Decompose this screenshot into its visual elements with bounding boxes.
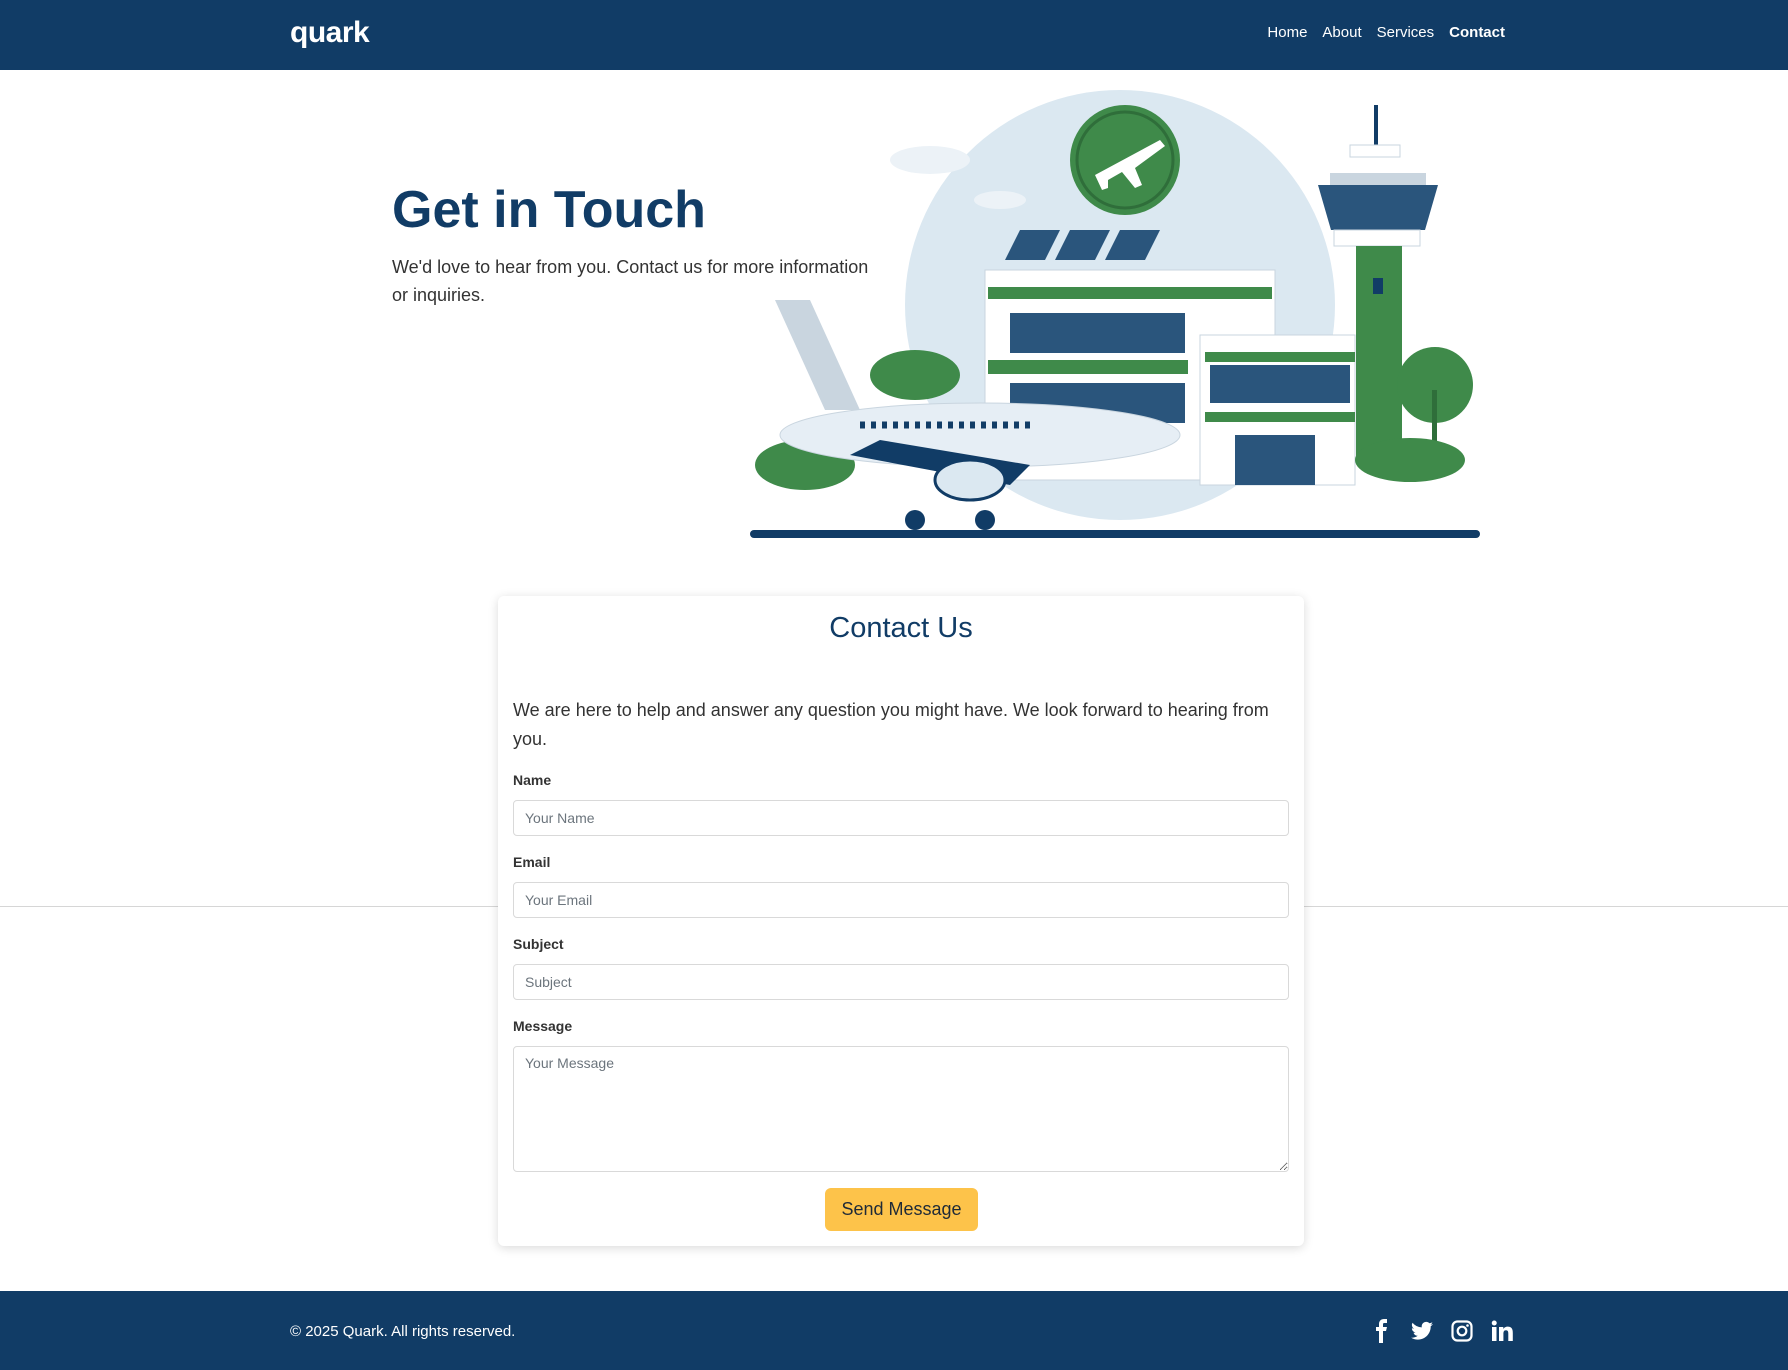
copyright-text: © 2025 Quark. All rights reserved. bbox=[290, 1323, 516, 1340]
nav-link-home[interactable]: Home bbox=[1267, 24, 1307, 41]
bush bbox=[1355, 438, 1465, 482]
tower-window bbox=[1373, 278, 1383, 294]
plane-wheel bbox=[905, 510, 925, 530]
entrance-door bbox=[1235, 435, 1315, 485]
instagram-icon[interactable] bbox=[1450, 1319, 1474, 1343]
linkedin-icon[interactable] bbox=[1490, 1319, 1514, 1343]
nav-link-contact[interactable]: Contact bbox=[1449, 24, 1505, 41]
social-links bbox=[1370, 1319, 1514, 1343]
message-label: Message bbox=[513, 1018, 573, 1034]
cloud bbox=[890, 146, 970, 174]
top-navbar: quark Home About Services Contact bbox=[0, 0, 1788, 70]
site-footer: © 2025 Quark. All rights reserved. bbox=[0, 1291, 1788, 1370]
name-label: Name bbox=[513, 772, 552, 788]
email-input[interactable] bbox=[513, 882, 1289, 918]
brand-logo[interactable]: quark bbox=[290, 16, 370, 50]
terminal-windows bbox=[1010, 313, 1185, 353]
plane-tail bbox=[775, 300, 860, 410]
wing-windows bbox=[1210, 365, 1350, 403]
wing-stripe bbox=[1205, 412, 1355, 422]
terminal-stripe bbox=[988, 360, 1188, 374]
facebook-icon[interactable] bbox=[1370, 1319, 1394, 1343]
tower-antenna bbox=[1374, 105, 1378, 145]
nav-link-about[interactable]: About bbox=[1322, 24, 1361, 41]
tower-deck bbox=[1333, 229, 1421, 247]
tower-top bbox=[1349, 144, 1401, 158]
send-message-button[interactable]: Send Message bbox=[825, 1188, 978, 1231]
subject-label: Subject bbox=[513, 936, 564, 952]
nav-link-services[interactable]: Services bbox=[1377, 24, 1435, 41]
tower-shaft bbox=[1356, 246, 1402, 456]
plane-engine bbox=[933, 458, 1007, 502]
contact-intro: We are here to help and answer any quest… bbox=[513, 700, 1269, 749]
plane-wheel bbox=[975, 510, 995, 530]
twitter-icon[interactable] bbox=[1410, 1319, 1434, 1343]
tower-cap bbox=[1330, 173, 1426, 187]
email-label: Email bbox=[513, 854, 551, 870]
contact-title: Contact Us bbox=[829, 612, 973, 644]
bush bbox=[870, 350, 960, 400]
subject-input[interactable] bbox=[513, 964, 1289, 1000]
cloud bbox=[974, 191, 1026, 209]
ground-line bbox=[750, 530, 1480, 538]
contact-card: Contact Us We are here to help and answe… bbox=[498, 596, 1304, 1246]
terminal-stripe bbox=[988, 287, 1272, 299]
tower-cab bbox=[1318, 185, 1438, 230]
airport-illustration bbox=[750, 90, 1480, 538]
hero-title: Get in Touch bbox=[392, 181, 706, 239]
message-textarea[interactable] bbox=[513, 1046, 1289, 1172]
main-nav: Home About Services Contact bbox=[1267, 24, 1505, 41]
wing-stripe bbox=[1205, 352, 1355, 362]
name-input[interactable] bbox=[513, 800, 1289, 836]
